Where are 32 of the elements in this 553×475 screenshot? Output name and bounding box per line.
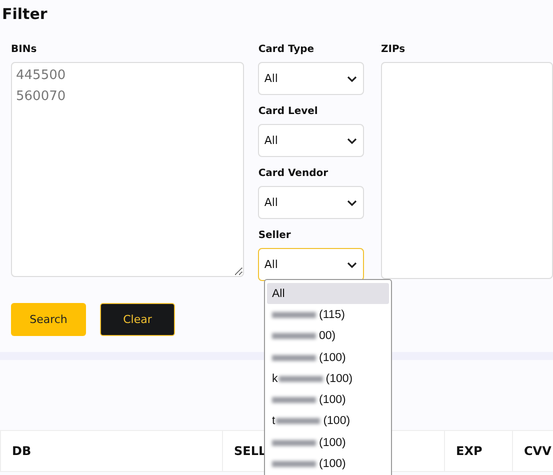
seller-option[interactable]: (100): [267, 346, 389, 368]
seller-option[interactable]: t (100): [267, 410, 389, 432]
field-label: ZIPs: [381, 43, 406, 57]
column-header[interactable]: CVV: [524, 444, 552, 458]
select-field[interactable]: All: [258, 62, 364, 95]
select-field[interactable]: All: [258, 124, 364, 157]
column-header[interactable]: EXP: [456, 444, 482, 458]
field-label: Seller: [258, 229, 292, 243]
field-label: Card Type: [258, 43, 316, 57]
seller-option[interactable]: 00): [267, 326, 389, 347]
chevron-icon: [347, 138, 358, 144]
search-button[interactable]: Search: [11, 303, 86, 336]
clear-button[interactable]: Clear: [100, 303, 175, 336]
seller-option[interactable]: All: [267, 283, 389, 304]
field-label: BINs: [11, 43, 38, 57]
filter-title: Filter: [1, 4, 48, 25]
seller-option[interactable]: (100): [267, 432, 389, 454]
select-field[interactable]: All: [258, 248, 364, 281]
zips-field[interactable]: [381, 62, 553, 279]
field-label: Card Vendor: [258, 167, 330, 181]
chevron-icon: [347, 76, 358, 82]
column-header[interactable]: DB: [12, 444, 32, 458]
seller-option[interactable]: (100): [267, 453, 389, 475]
select-field[interactable]: All: [258, 186, 364, 219]
bins-field[interactable]: 445500 560070: [11, 62, 244, 277]
seller-option[interactable]: k (100): [267, 368, 389, 390]
seller-option[interactable]: (100): [267, 389, 389, 411]
field-label: Card Level: [258, 105, 319, 119]
column-header[interactable]: SELL: [234, 444, 266, 458]
seller-option[interactable]: (115): [267, 304, 389, 326]
chevron-icon: [347, 262, 358, 268]
chevron-icon: [347, 200, 358, 206]
